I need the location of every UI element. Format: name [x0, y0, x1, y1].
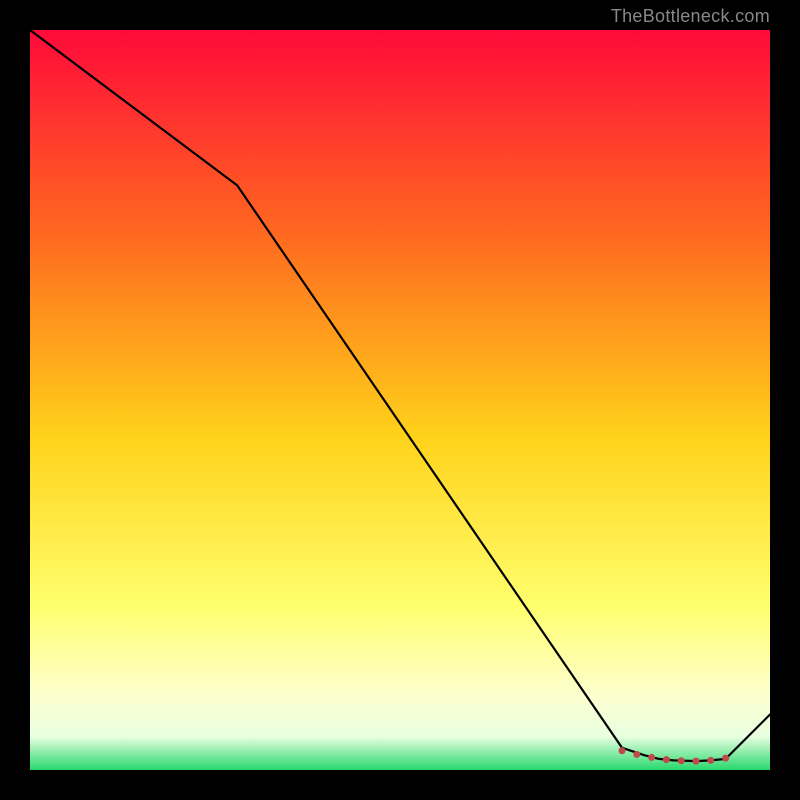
background-gradient [30, 30, 770, 770]
attribution-label: TheBottleneck.com [611, 6, 770, 27]
chart-stage: TheBottleneck.com [0, 0, 800, 800]
plot-area [30, 30, 770, 770]
